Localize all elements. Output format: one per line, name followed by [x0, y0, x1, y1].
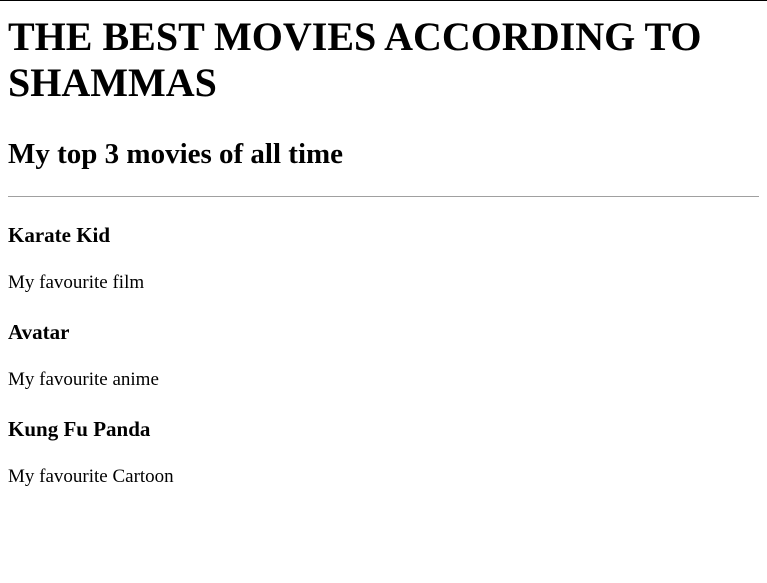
page-content: THE BEST MOVIES ACCORDING TO SHAMMAS My …: [8, 0, 759, 488]
movie-title: Kung Fu Panda: [8, 417, 151, 441]
page-title: THE BEST MOVIES ACCORDING TO SHAMMAS: [8, 14, 702, 105]
movie-title: Avatar: [8, 320, 70, 344]
movie-item: Karate Kid My favourite film: [8, 223, 759, 294]
movie-item: Avatar My favourite anime: [8, 320, 759, 391]
divider: [8, 196, 759, 197]
movie-description: My favourite anime: [8, 369, 159, 390]
movie-item: Kung Fu Panda My favourite Cartoon: [8, 417, 759, 488]
movie-title: Karate Kid: [8, 223, 111, 247]
page-subtitle: My top 3 movies of all time: [8, 138, 344, 170]
movie-description: My favourite Cartoon: [8, 466, 174, 487]
movie-description: My favourite film: [8, 272, 145, 293]
